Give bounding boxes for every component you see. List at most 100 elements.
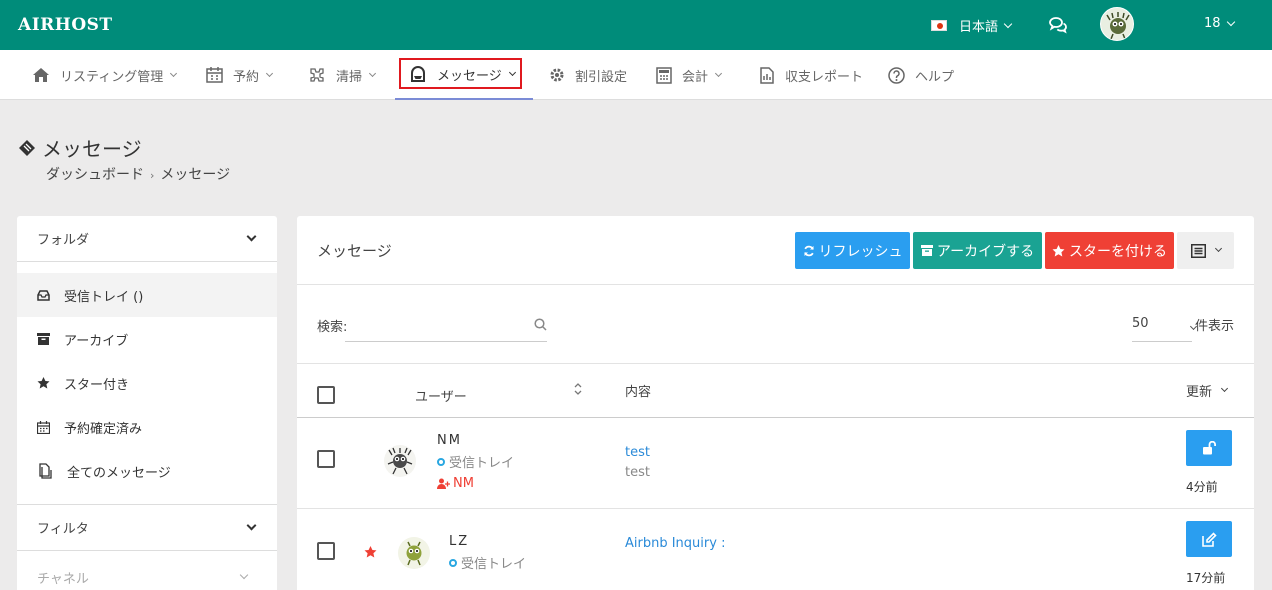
gear-icon: [550, 68, 564, 82]
panel-title: メッセージ: [317, 242, 392, 260]
sidebar-item-confirmed[interactable]: 予約確定済み: [17, 405, 277, 449]
chevron-down-icon: [246, 520, 257, 531]
nav-reservation[interactable]: 予約: [206, 50, 274, 100]
folder-sidebar: フォルダ 受信トレイ () アーカイブ スター付き 予約確定済み 全てのメッセー…: [17, 216, 277, 590]
chevron-down-icon: [239, 570, 249, 580]
unlock-icon: [1202, 441, 1216, 455]
home-icon: [33, 68, 49, 82]
row-assignee: NM: [437, 476, 474, 491]
archive-icon: [920, 245, 933, 256]
star-button-label: スターを付ける: [1069, 243, 1167, 260]
language-label: 日本語: [959, 20, 999, 35]
star-icon[interactable]: [364, 546, 377, 558]
per-page-select[interactable]: 50: [1132, 316, 1149, 331]
monster-avatar-icon: [387, 447, 413, 475]
chevron-down-icon: [714, 69, 723, 77]
cleaning-icon: [310, 68, 324, 82]
breadcrumb: ダッシュボード › メッセージ: [46, 164, 230, 184]
row-folder: 受信トレイ: [449, 553, 526, 572]
message-nav-highlight: [399, 58, 522, 89]
nav-accounting[interactable]: 会計: [656, 50, 723, 100]
chat-icon[interactable]: [1048, 15, 1068, 35]
inbox-icon: [37, 289, 50, 301]
copy-icon: [39, 463, 52, 479]
chevron-down-icon: [246, 231, 257, 242]
sidebar-item-label: 全てのメッセージ: [67, 465, 171, 481]
per-page-label: 件表示: [1195, 319, 1235, 334]
column-menu-button[interactable]: [1177, 232, 1234, 269]
guest-name[interactable]: NM: [437, 433, 462, 448]
nav-cleaning[interactable]: 清掃: [308, 50, 377, 100]
page-title: メッセージ: [18, 133, 142, 162]
row-folder-label: 受信トレイ: [449, 456, 515, 471]
channel-header-label: チャネル: [37, 571, 89, 587]
user-count-label: 18: [1204, 16, 1221, 31]
row-assignee-label: NM: [453, 476, 474, 491]
user-menu[interactable]: 18: [1204, 16, 1235, 31]
folder-dot-icon: [437, 457, 445, 466]
star-icon: [1052, 244, 1065, 256]
sidebar-item-label: 予約確定済み: [64, 421, 143, 437]
search-label: 検索:: [317, 320, 348, 335]
chevron-down-icon: [170, 69, 178, 77]
unlock-button[interactable]: [1186, 430, 1232, 466]
search-input[interactable]: [349, 315, 519, 330]
select-all-checkbox[interactable]: [317, 386, 335, 404]
ticket-icon: [19, 139, 35, 156]
row-checkbox[interactable]: [317, 542, 335, 560]
nav-reservation-label: 予約: [233, 69, 260, 85]
star-icon: [37, 377, 50, 389]
calendar-icon: [37, 420, 50, 434]
calculator-icon: [656, 66, 672, 84]
user-avatar[interactable]: [1100, 7, 1134, 41]
user-assigned-icon: [437, 478, 450, 489]
folder-list: 受信トレイ () アーカイブ スター付き 予約確定済み 全てのメッセージ: [17, 262, 277, 493]
search-icon[interactable]: [534, 318, 547, 331]
report-icon: [760, 66, 774, 84]
channel-header[interactable]: チャネル: [17, 551, 277, 590]
filter-header-label: フィルタ: [37, 522, 89, 537]
nav-listing[interactable]: リスティング管理: [32, 50, 178, 100]
filter-header[interactable]: フィルタ: [17, 505, 277, 551]
chevron-down-icon: [265, 69, 274, 77]
row-checkbox[interactable]: [317, 450, 335, 468]
guest-avatar: [398, 537, 430, 569]
folder-header[interactable]: フォルダ: [17, 216, 277, 262]
column-header-updated[interactable]: 更新: [1186, 381, 1229, 400]
sidebar-item-inbox[interactable]: 受信トレイ (): [17, 273, 277, 317]
folder-dot-icon: [449, 558, 457, 567]
help-icon: [888, 66, 905, 84]
chevron-down-icon: [1220, 384, 1229, 393]
page-title-text: メッセージ: [42, 137, 142, 161]
message-subject[interactable]: test: [625, 445, 650, 460]
chevron-down-icon: [1214, 244, 1222, 253]
column-header-updated-label: 更新: [1186, 385, 1213, 400]
calendar-icon: [206, 67, 223, 83]
sidebar-item-archive[interactable]: アーカイブ: [17, 317, 277, 361]
row-folder: 受信トレイ: [437, 452, 514, 471]
sidebar-item-starred[interactable]: スター付き: [17, 361, 277, 405]
sort-icon[interactable]: [574, 382, 582, 396]
guest-name[interactable]: LZ: [449, 534, 469, 549]
message-subject[interactable]: Airbnb Inquiry :: [625, 536, 725, 551]
column-header-content: 内容: [625, 385, 652, 400]
japan-flag-icon: [931, 20, 947, 31]
list-icon: [1190, 243, 1206, 258]
nav-help-label: ヘルプ: [915, 69, 955, 85]
monster-avatar-icon: [1106, 12, 1130, 40]
archive-button[interactable]: アーカイブする: [913, 232, 1042, 269]
nav-report[interactable]: 収支レポート: [759, 50, 863, 100]
reply-button[interactable]: [1186, 521, 1232, 557]
nav-discount[interactable]: 割引設定: [549, 50, 627, 100]
language-selector[interactable]: 日本語: [931, 16, 1013, 35]
chevron-down-icon: [368, 69, 377, 77]
nav-help[interactable]: ヘルプ: [888, 50, 954, 100]
sidebar-item-label: 受信トレイ (): [64, 289, 144, 305]
sidebar-item-all-messages[interactable]: 全てのメッセージ: [17, 449, 277, 493]
refresh-button[interactable]: リフレッシュ: [795, 232, 910, 269]
message-preview: test: [625, 465, 650, 480]
nav-cleaning-label: 清掃: [336, 69, 363, 85]
breadcrumb-dashboard[interactable]: ダッシュボード: [46, 167, 144, 183]
star-button[interactable]: スターを付ける: [1045, 232, 1174, 269]
airhost-logo[interactable]: AIRHOST: [18, 15, 113, 35]
